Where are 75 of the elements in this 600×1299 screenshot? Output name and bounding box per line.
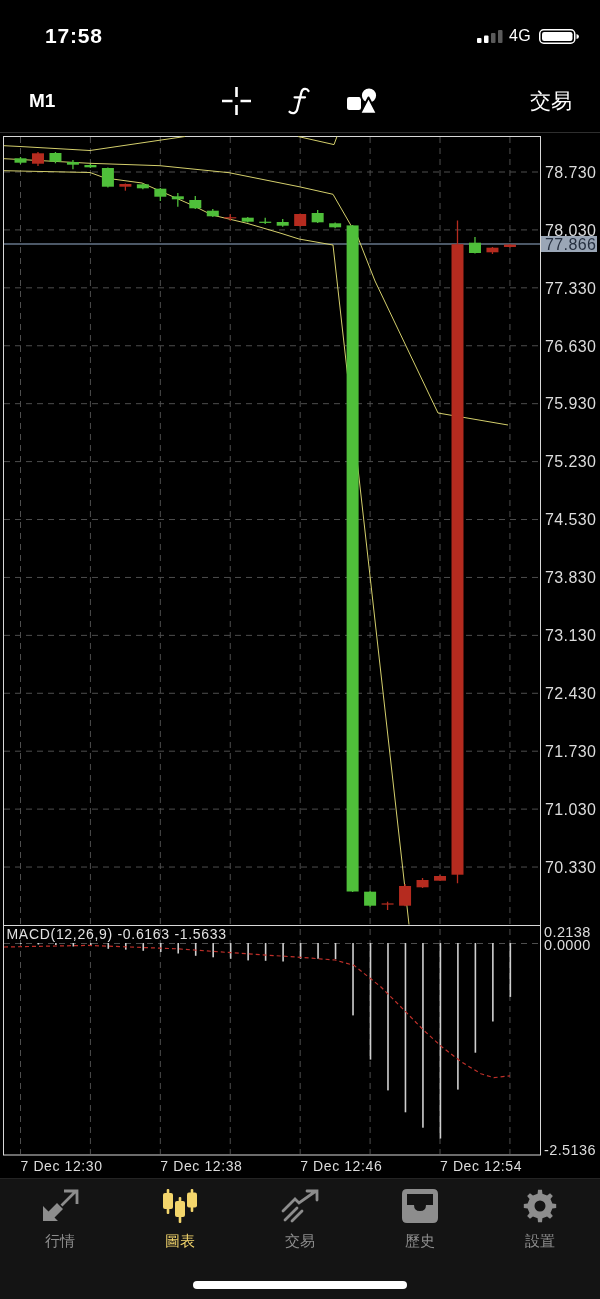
histogram-bar (194, 943, 197, 956)
time-axis-label: 7 Dec 12:38 (160, 1158, 243, 1174)
candle (364, 890, 377, 908)
status-time: 17:58 (45, 24, 103, 48)
candle (486, 246, 499, 255)
candle (189, 195, 202, 210)
candle (206, 208, 219, 218)
italic-f-icon[interactable] (288, 87, 310, 115)
histogram-bar (72, 943, 75, 947)
histogram-bar (264, 943, 267, 961)
candle (434, 874, 446, 882)
candle (49, 151, 62, 164)
candle (101, 166, 114, 189)
macd-axis-label: -2.5136 (544, 1141, 596, 1158)
macd-indicator-label: MACD(12,26,9) -0.6163 -1.5633 (6, 925, 227, 942)
price-axis-label: 75.930 (545, 395, 597, 413)
gear-icon (521, 1189, 559, 1223)
candle (399, 883, 412, 907)
timeframe-selector[interactable]: M1 (29, 90, 56, 112)
candle (224, 213, 237, 222)
shapes-icon[interactable] (347, 87, 378, 115)
price-axis-label: 74.530 (545, 511, 597, 529)
price-axis-label: 73.830 (545, 569, 597, 587)
histogram-bar (334, 943, 337, 960)
time-axis-label: 7 Dec 12:46 (300, 1158, 383, 1174)
tab-bar-item[interactable]: 設置 (500, 1179, 580, 1254)
candle (84, 163, 97, 169)
price-axis-label: 72.430 (545, 685, 597, 703)
trade-link[interactable]: 交易 (530, 87, 572, 115)
trend-arrow-icon (281, 1189, 319, 1223)
candle (294, 212, 307, 228)
candle (503, 243, 516, 249)
crosshair-icon[interactable] (222, 87, 251, 115)
candle (416, 877, 429, 889)
candle (154, 187, 167, 202)
candle (66, 159, 79, 170)
candle (311, 209, 324, 224)
candle (469, 236, 481, 255)
tab-bar-item[interactable]: 歷史 (380, 1179, 460, 1254)
network-label: 4G (509, 27, 531, 45)
signal-bars-icon (477, 29, 504, 43)
candle (259, 217, 272, 225)
tab-bar-item[interactable]: 行情 (20, 1179, 100, 1254)
candle (171, 192, 184, 208)
diagonal-arrows-icon (41, 1189, 79, 1223)
tab-bar-item[interactable]: 交易 (260, 1179, 340, 1254)
histogram-bar (107, 943, 110, 949)
candlesticks-icon (161, 1189, 199, 1223)
tab-bar-item[interactable]: 圖表 (140, 1179, 220, 1254)
histogram-bar (142, 943, 145, 951)
histogram-bar (299, 943, 302, 959)
histogram-bar (159, 943, 162, 952)
candle (329, 221, 342, 229)
price-axis-label: 75.230 (545, 453, 597, 471)
price-axis-label: 76.630 (545, 337, 597, 355)
price-axis-label: 70.330 (545, 858, 597, 876)
inbox-icon (401, 1189, 439, 1223)
price-axis-label: 78.730 (545, 163, 597, 181)
time-axis-label: 7 Dec 12:30 (20, 1158, 103, 1174)
histogram-bar (229, 943, 232, 959)
candle (32, 151, 44, 167)
candle (381, 901, 394, 911)
candle (276, 218, 289, 228)
histogram-bar (509, 943, 512, 997)
candle (136, 182, 149, 190)
current-price-tag: 77.866 (541, 235, 597, 253)
price-axis-label: 73.130 (545, 627, 597, 645)
battery-icon (539, 28, 579, 44)
price-axis-label: 71.030 (545, 800, 597, 818)
candle (119, 182, 132, 192)
price-axis-label: 77.330 (545, 279, 597, 297)
candle (14, 156, 27, 165)
time-axis-label: 7 Dec 12:54 (440, 1158, 523, 1174)
candle (241, 216, 254, 224)
price-axis-label: 71.730 (545, 743, 597, 760)
